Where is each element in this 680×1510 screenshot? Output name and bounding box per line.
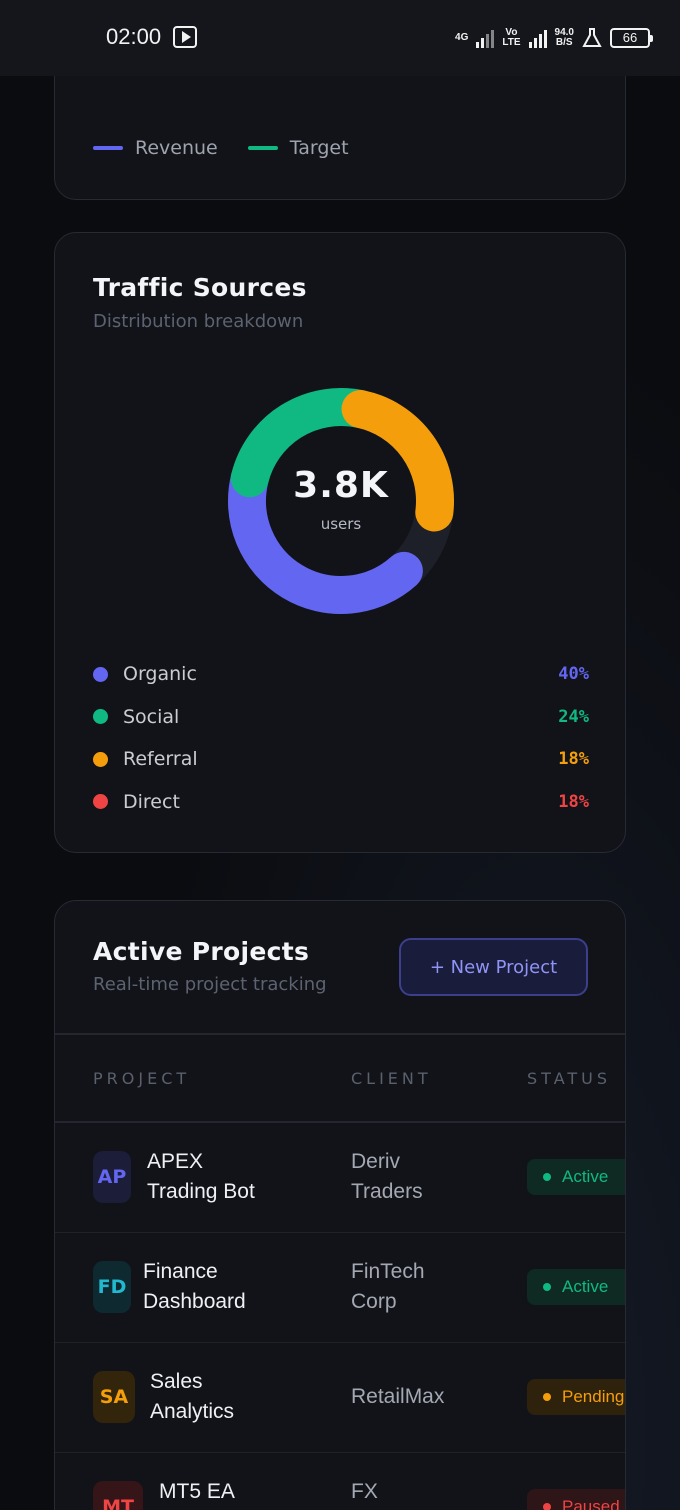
- source-name: Organic: [123, 663, 197, 686]
- revenue-legend: Revenue Target: [93, 137, 349, 159]
- status-badge: Active: [527, 1269, 625, 1305]
- table-row[interactable]: MT MT5 EA FX Paused: [55, 1453, 625, 1510]
- legend-line-target: [247, 146, 278, 150]
- status-bar: 02:00 4G Vo LTE 94.0 B/S 66: [0, 0, 680, 76]
- source-name: Referral: [123, 748, 198, 771]
- source-percent: 18%: [558, 749, 589, 770]
- avatar: FD: [93, 1261, 131, 1313]
- status-badge: Active: [527, 1159, 625, 1195]
- battery-icon: 66: [610, 28, 653, 48]
- column-header-status[interactable]: STATUS: [527, 1069, 611, 1088]
- status-dot: [543, 1173, 551, 1181]
- source-row-organic: Organic 40%: [93, 653, 589, 696]
- source-dot-referral: [93, 751, 108, 767]
- projects-title: Active Projects: [93, 937, 310, 966]
- column-header-client[interactable]: CLIENT: [351, 1069, 432, 1088]
- signal-bars-icon: [476, 28, 495, 48]
- avatar: SA: [93, 1371, 135, 1423]
- traffic-sources-card: Traffic Sources Distribution breakdown 3…: [54, 232, 626, 853]
- legend-label-revenue: Revenue: [135, 137, 218, 159]
- traffic-source-list: Organic 40% Social 24% Referral 18% Dire…: [93, 653, 589, 823]
- project-name: Sales Analytics: [150, 1370, 235, 1423]
- projects-subtitle: Real-time project tracking: [93, 974, 327, 995]
- table-row[interactable]: SA Sales Analytics RetailMax Pending: [55, 1343, 625, 1453]
- donut-center-label: users: [320, 515, 362, 533]
- traffic-donut-chart: 3.8K users: [225, 385, 457, 617]
- source-row-direct: Direct 18%: [93, 781, 589, 824]
- active-projects-card: Active Projects Real-time project tracki…: [54, 900, 626, 1510]
- status-time: 02:00: [106, 24, 162, 49]
- status-indicators: 4G Vo LTE 94.0 B/S 66: [455, 24, 653, 52]
- column-header-project[interactable]: PROJECT: [93, 1069, 190, 1088]
- traffic-title: Traffic Sources: [93, 273, 307, 302]
- client-name: FX: [351, 1480, 378, 1503]
- status-dot: [543, 1283, 551, 1291]
- table-row[interactable]: AP APEX Trading Bot Deriv Traders Active: [55, 1123, 625, 1233]
- source-percent: 18%: [558, 791, 589, 812]
- source-dot-social: [93, 709, 108, 725]
- legend-item-target: Target: [247, 137, 349, 159]
- legend-line-revenue: [93, 146, 123, 150]
- source-name: Direct: [123, 790, 180, 813]
- source-row-referral: Referral 18%: [93, 738, 589, 781]
- new-project-button[interactable]: + New Project: [399, 938, 588, 996]
- traffic-subtitle: Distribution breakdown: [93, 311, 304, 332]
- client-name: RetailMax: [351, 1385, 445, 1408]
- client-name: FinTech Corp: [351, 1260, 425, 1313]
- source-percent: 24%: [558, 706, 589, 727]
- source-dot-organic: [93, 666, 108, 682]
- status-label: Active: [562, 1277, 609, 1296]
- source-row-social: Social 24%: [93, 696, 589, 739]
- media-play-icon: [173, 26, 197, 48]
- donut-center-value: 3.8K: [293, 465, 389, 506]
- client-name: Deriv Traders: [351, 1150, 423, 1203]
- network-4g-label: 4G: [455, 32, 469, 43]
- avatar: MT: [93, 1481, 143, 1510]
- status-label: Active: [562, 1167, 609, 1186]
- avatar: AP: [93, 1151, 131, 1203]
- source-dot-direct: [93, 794, 108, 810]
- status-label: Pending: [562, 1387, 625, 1406]
- source-name: Social: [123, 705, 180, 728]
- legend-label-target: Target: [289, 137, 349, 159]
- volte-label: Vo LTE: [502, 27, 521, 48]
- flask-icon: [582, 28, 602, 47]
- signal-bars-icon-2: [528, 28, 547, 48]
- legend-item-revenue: Revenue: [93, 137, 218, 159]
- network-speed: 94.0 B/S: [554, 27, 574, 48]
- table-row[interactable]: FD Finance Dashboard FinTech Corp Active: [55, 1233, 625, 1343]
- source-percent: 40%: [558, 664, 589, 685]
- project-name: MT5 EA: [159, 1480, 235, 1503]
- project-name: Finance Dashboard: [143, 1260, 246, 1313]
- project-name: APEX Trading Bot: [147, 1150, 255, 1203]
- status-dot: [543, 1503, 551, 1510]
- status-dot: [543, 1393, 551, 1401]
- header-divider: [55, 1033, 625, 1035]
- status-badge: Pending: [527, 1379, 625, 1415]
- status-badge: Paused: [527, 1489, 625, 1510]
- status-label: Paused: [562, 1497, 620, 1510]
